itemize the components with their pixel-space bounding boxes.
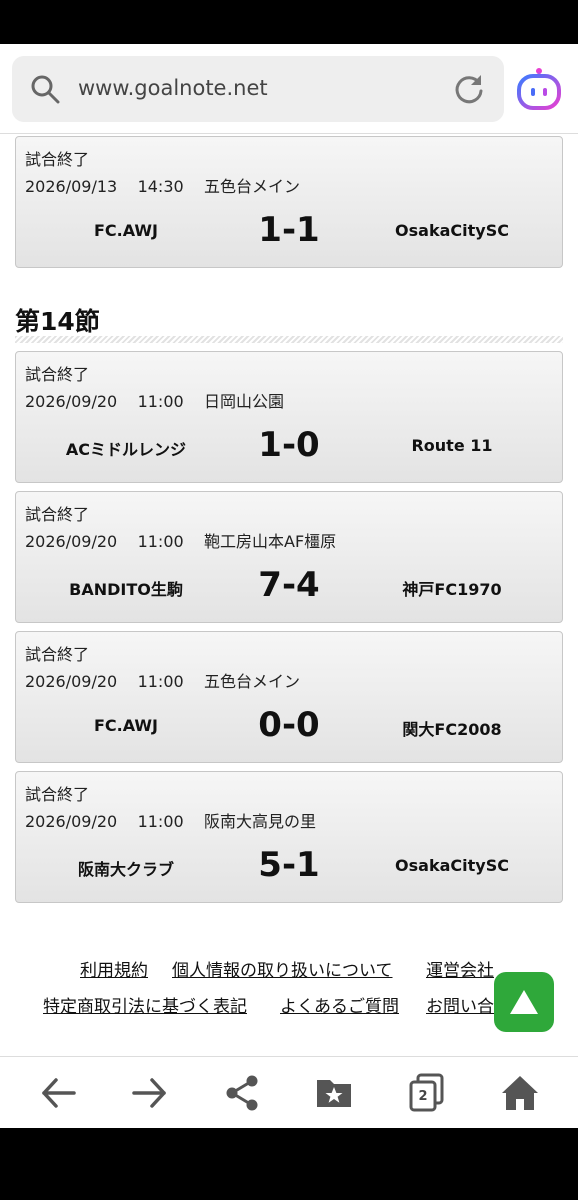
match-score: 7-4 <box>258 565 320 605</box>
back-arrow-icon[interactable] <box>36 1071 80 1115</box>
match-status: 試合終了 <box>25 785 90 804</box>
address-bar[interactable]: www.goalnote.net <box>12 56 504 122</box>
match-venue: 阪南大高見の里 <box>204 812 317 831</box>
home-team: FC.AWJ <box>93 716 158 735</box>
home-team: ACミドルレンジ <box>65 440 187 459</box>
browser-navigation-bar: 2 <box>0 1056 578 1128</box>
match-venue: 日岡山公園 <box>204 392 285 411</box>
match-time: 11:00 <box>137 392 184 411</box>
match-info: 2026/09/20 11:00 五色台メイン <box>25 668 300 692</box>
match-score: 5-1 <box>258 845 320 885</box>
match-time: 11:00 <box>137 672 184 691</box>
match-score: 1-1 <box>258 210 320 250</box>
home-icon[interactable] <box>498 1071 542 1115</box>
bookmarks-icon[interactable] <box>312 1071 356 1115</box>
match-card[interactable]: 試合終了 2026/09/13 14:30 五色台メイン FC.AWJ 1-1 … <box>15 136 563 268</box>
reload-icon[interactable] <box>452 72 486 106</box>
screen: www.goalnote.net 試合終了 2026/09/13 14:30 五… <box>0 0 578 1200</box>
home-team: BANDITO生駒 <box>69 580 183 599</box>
faq-link[interactable]: よくあるご質問 <box>280 992 399 1017</box>
match-venue: 鞄工房山本AF橿原 <box>204 532 337 551</box>
match-time: 14:30 <box>137 177 184 196</box>
match-card[interactable]: 試合終了 2026/09/20 11:00 鞄工房山本AF橿原 BANDITO生… <box>15 491 563 623</box>
match-card[interactable]: 試合終了 2026/09/20 11:00 日岡山公園 ACミドルレンジ 1-0… <box>15 351 563 483</box>
match-status: 試合終了 <box>25 150 90 169</box>
system-bottom-area <box>0 1128 578 1200</box>
match-date: 2026/09/20 <box>25 392 118 411</box>
match-date: 2026/09/20 <box>25 532 118 551</box>
home-team: FC.AWJ <box>93 221 158 240</box>
match-score: 1-0 <box>258 425 320 465</box>
away-team: Route 11 <box>411 436 493 455</box>
match-status: 試合終了 <box>25 645 90 664</box>
away-team: 神戸FC1970 <box>402 580 502 599</box>
privacy-link[interactable]: 個人情報の取り扱いについて <box>172 956 393 981</box>
match-date: 2026/09/20 <box>25 672 118 691</box>
home-team: 阪南大クラブ <box>77 860 174 879</box>
match-venue: 五色台メイン <box>204 177 301 196</box>
terms-link[interactable]: 利用規約 <box>80 956 148 981</box>
match-score: 0-0 <box>258 705 320 745</box>
round-divider <box>15 336 563 343</box>
tabs-button[interactable]: 2 <box>404 1071 448 1115</box>
match-date: 2026/09/13 <box>25 177 118 196</box>
scroll-to-top-button[interactable] <box>494 972 554 1032</box>
match-time: 11:00 <box>137 532 184 551</box>
status-bar <box>0 0 578 44</box>
browser-toolbar: www.goalnote.net <box>0 44 578 134</box>
match-info: 2026/09/20 11:00 日岡山公園 <box>25 388 284 412</box>
away-team: 関大FC2008 <box>402 720 502 739</box>
away-team: OsakaCitySC <box>395 856 509 875</box>
match-card[interactable]: 試合終了 2026/09/20 11:00 阪南大高見の里 阪南大クラブ 5-1… <box>15 771 563 903</box>
match-time: 11:00 <box>137 812 184 831</box>
commerce-law-link[interactable]: 特定商取引法に基づく表記 <box>43 992 247 1017</box>
match-status: 試合終了 <box>25 505 90 524</box>
match-date: 2026/09/20 <box>25 812 118 831</box>
match-info: 2026/09/20 11:00 阪南大高見の里 <box>25 808 316 832</box>
company-link[interactable]: 運営会社 <box>426 956 494 981</box>
assistant-icon[interactable] <box>516 66 562 112</box>
match-info: 2026/09/20 11:00 鞄工房山本AF橿原 <box>25 528 336 552</box>
search-icon <box>31 75 60 104</box>
forward-arrow-icon[interactable] <box>128 1071 172 1115</box>
round-title: 第14節 <box>15 307 100 336</box>
url-text: www.goalnote.net <box>78 76 268 100</box>
away-team: OsakaCitySC <box>395 221 509 240</box>
share-icon[interactable] <box>220 1071 264 1115</box>
triangle-up-icon <box>510 990 538 1014</box>
page-content: 試合終了 2026/09/13 14:30 五色台メイン FC.AWJ 1-1 … <box>0 134 578 1056</box>
match-venue: 五色台メイン <box>204 672 301 691</box>
match-info: 2026/09/13 14:30 五色台メイン <box>25 173 300 197</box>
match-card[interactable]: 試合終了 2026/09/20 11:00 五色台メイン FC.AWJ 0-0 … <box>15 631 563 763</box>
tab-count: 2 <box>418 1089 428 1104</box>
match-status: 試合終了 <box>25 365 90 384</box>
